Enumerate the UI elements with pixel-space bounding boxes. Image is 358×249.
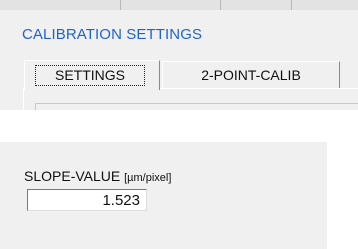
strip-divider	[291, 0, 292, 10]
top-toolbar-strip	[0, 0, 358, 10]
tab-settings-label: SETTINGS	[35, 65, 145, 86]
strip-divider	[220, 0, 221, 10]
tab-content-frame	[35, 103, 358, 110]
calibration-settings-panel: CALIBRATION SETTINGS SETTINGS 2-POINT-CA…	[0, 0, 358, 110]
slope-label-text: SLOPE-VALUE	[24, 168, 121, 184]
slope-unit-text: [µm/pixel]	[124, 172, 172, 184]
slope-value-panel: SLOPE-VALUE [µm/pixel]	[0, 142, 358, 249]
slope-value-group: SLOPE-VALUE [µm/pixel]	[0, 142, 327, 249]
slope-value-input[interactable]	[27, 189, 147, 211]
strip-divider	[120, 0, 121, 10]
app-window: CALIBRATION SETTINGS SETTINGS 2-POINT-CA…	[0, 0, 358, 249]
tab-2-point-calib[interactable]: 2-POINT-CALIB	[162, 61, 340, 88]
tab-settings[interactable]: SETTINGS	[24, 60, 160, 90]
calibration-settings-title: CALIBRATION SETTINGS	[22, 26, 203, 43]
slope-value-label: SLOPE-VALUE [µm/pixel]	[24, 168, 171, 184]
